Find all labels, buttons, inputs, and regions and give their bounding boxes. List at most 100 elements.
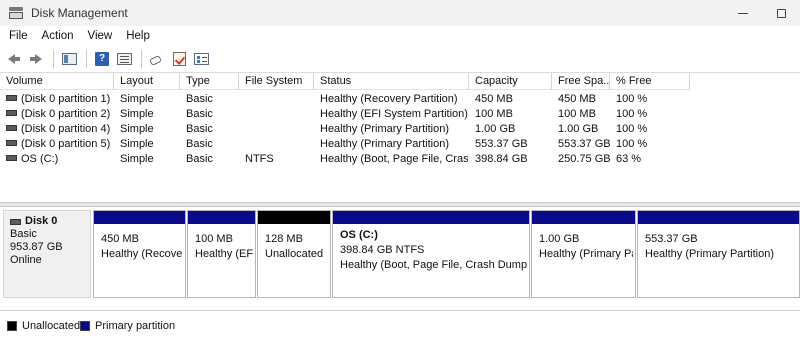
percent-free-cell: 100 % <box>616 123 648 135</box>
partition-os-c[interactable]: OS (C:) 398.84 GB NTFS Healthy (Boot, Pa… <box>332 210 530 298</box>
volume-name: OS (C:) <box>21 153 59 165</box>
type-cell: Basic <box>186 108 213 120</box>
show-hide-console-tree-button[interactable] <box>59 49 79 69</box>
help-button[interactable]: ? <box>92 49 112 69</box>
legend-item-unallocated: Unallocated <box>7 320 80 332</box>
percent-free-cell: 100 % <box>616 93 648 105</box>
volume-name: (Disk 0 partition 4) <box>21 123 111 135</box>
file-system-cell <box>245 122 314 137</box>
toolbar-separator <box>141 49 142 68</box>
disk-name-line: Disk 0 <box>10 215 90 228</box>
minimize-button[interactable] <box>724 0 762 26</box>
partition-info: 100 MB Healthy (EFI System Partition) <box>195 232 253 262</box>
free-space-cell: 1.00 GB <box>558 123 599 135</box>
column-header-volume[interactable]: Volume <box>0 73 114 90</box>
partition-bar <box>94 211 185 224</box>
partition-efi[interactable]: 100 MB Healthy (EFI System Partition) <box>187 210 256 298</box>
back-button[interactable] <box>4 49 24 69</box>
table-row[interactable]: (Disk 0 partition 1) Simple Basic Health… <box>0 92 690 107</box>
help-icon: ? <box>95 51 109 66</box>
status-cell: Healthy (Primary Partition) <box>320 138 449 150</box>
capacity-cell: 100 MB <box>475 108 513 120</box>
column-header-file-system[interactable]: File System <box>239 73 314 90</box>
partition-bar <box>532 211 635 224</box>
disk-0-label[interactable]: Disk 0 Basic 953.87 GB Online <box>3 210 91 298</box>
partition-status: Healthy (Primary Partition) <box>539 248 633 260</box>
partition-status: Healthy (Boot, Page File, Crash Dump, Ba… <box>340 259 527 271</box>
table-row[interactable]: OS (C:) Simple Basic NTFS Healthy (Boot,… <box>0 152 690 167</box>
file-system-cell <box>245 92 314 107</box>
column-header-type[interactable]: Type <box>180 73 239 90</box>
column-header-capacity[interactable]: Capacity <box>469 73 552 90</box>
status-cell: Healthy (Boot, Page File, Cras... <box>320 153 468 165</box>
volume-icon <box>6 140 17 147</box>
menu-help[interactable]: Help <box>119 30 157 42</box>
partition-status: Healthy (Recovery Partition) <box>101 248 183 260</box>
menu-view[interactable]: View <box>81 30 120 42</box>
column-header-status[interactable]: Status <box>314 73 469 90</box>
volume-list[interactable]: Volume Layout Type File System Status Ca… <box>0 72 800 202</box>
partition-primary-553gb[interactable]: 553.37 GB Healthy (Primary Partition) <box>637 210 800 298</box>
window-controls <box>724 0 800 26</box>
menu-action[interactable]: Action <box>35 30 81 42</box>
free-space-cell: 553.37 GB <box>558 138 610 150</box>
window-title: Disk Management <box>31 6 128 20</box>
properties-button[interactable] <box>114 49 134 69</box>
legend-label: Unallocated <box>22 320 81 332</box>
volume-icon <box>6 95 17 102</box>
table-row[interactable]: (Disk 0 partition 4) Simple Basic Health… <box>0 122 690 137</box>
partition-bar <box>188 211 255 224</box>
partition-unallocated[interactable]: 128 MB Unallocated <box>257 210 331 298</box>
percent-free-cell: 100 % <box>616 138 648 150</box>
disk-name: Disk 0 <box>25 215 58 227</box>
partition-info: 553.37 GB Healthy (Primary Partition) <box>645 232 797 262</box>
layout-cell: Simple <box>120 123 154 135</box>
partition-info: 1.00 GB Healthy (Primary Partition) <box>539 232 633 262</box>
table-row[interactable]: (Disk 0 partition 5) Simple Basic Health… <box>0 137 690 152</box>
volume-name: (Disk 0 partition 1) <box>21 93 111 105</box>
forward-button[interactable] <box>26 49 46 69</box>
partition-primary-1gb[interactable]: 1.00 GB Healthy (Primary Partition) <box>531 210 636 298</box>
free-space-cell: 100 MB <box>558 108 596 120</box>
console-tree-icon <box>61 52 77 65</box>
status-cell: Healthy (Primary Partition) <box>320 123 449 135</box>
details-button[interactable] <box>191 49 211 69</box>
connect-icon <box>150 54 164 64</box>
title-bar: Disk Management <box>0 0 800 26</box>
check-button[interactable] <box>169 49 189 69</box>
table-row[interactable]: (Disk 0 partition 2) Simple Basic Health… <box>0 107 690 122</box>
type-cell: Basic <box>186 138 213 150</box>
menu-bar: File Action View Help <box>0 26 800 45</box>
column-header-layout[interactable]: Layout <box>114 73 180 90</box>
volume-cell: (Disk 0 partition 2) <box>6 107 114 122</box>
layout-cell: Simple <box>120 108 154 120</box>
volume-icon <box>6 125 17 132</box>
type-cell: Basic <box>186 123 213 135</box>
volume-name: (Disk 0 partition 5) <box>21 138 111 150</box>
partition-recovery[interactable]: 450 MB Healthy (Recovery Partition) <box>93 210 186 298</box>
status-cell: Healthy (Recovery Partition) <box>320 93 458 105</box>
maximize-button[interactable] <box>762 0 800 26</box>
disk-management-app-icon <box>9 7 23 19</box>
connect-button[interactable] <box>147 49 167 69</box>
partition-status: Healthy (EFI System Partition) <box>195 248 253 260</box>
column-header-free-space[interactable]: Free Spa... <box>552 73 610 90</box>
menu-file[interactable]: File <box>2 30 35 42</box>
disk-state: Online <box>10 254 42 266</box>
capacity-cell: 450 MB <box>475 93 513 105</box>
partition-title: OS (C:) <box>340 229 378 241</box>
minimize-icon <box>738 12 748 14</box>
partition-status: Healthy (Primary Partition) <box>645 248 774 260</box>
volume-icon <box>6 155 17 162</box>
partition-size: 553.37 GB <box>645 233 698 245</box>
legend: Unallocated Primary partition <box>0 310 800 340</box>
capacity-cell: 398.84 GB <box>475 153 528 165</box>
volume-cell: OS (C:) <box>6 152 114 167</box>
partition-size: 128 MB <box>265 233 303 245</box>
primary-partition-swatch <box>80 321 90 331</box>
back-arrow-icon <box>8 53 20 64</box>
disk-type: Basic <box>10 228 37 240</box>
column-header-percent-free[interactable]: % Free <box>610 73 690 90</box>
percent-free-cell: 63 % <box>616 153 642 165</box>
file-system-cell <box>245 137 314 152</box>
